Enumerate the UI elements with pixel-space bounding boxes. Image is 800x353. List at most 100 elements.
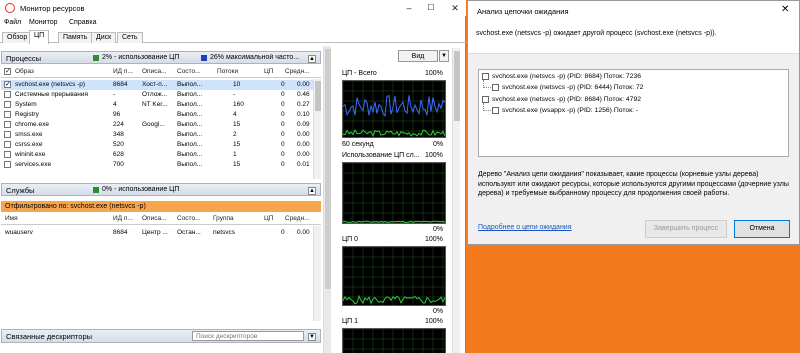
max-frequency-legend-swatch [201, 55, 207, 61]
menu-monitor[interactable]: Монитор [29, 19, 58, 26]
col-description[interactable]: Описа... [142, 68, 167, 75]
tree-node-checkbox[interactable] [492, 84, 499, 91]
col-avg-cpu[interactable]: Средн... [285, 68, 310, 75]
col-threads[interactable]: Потоки [217, 68, 238, 75]
process-pid: 520 [113, 141, 124, 148]
process-row[interactable]: Registry 96 Выпол... 4 0 0.10 [1, 110, 313, 120]
title-bar: Монитор ресурсов – ☐ ✕ [0, 0, 466, 16]
cpu1-label: ЦП 1 [342, 318, 359, 325]
tree-node[interactable]: svchost.exe (netsvcs -p) (PID: 6444) Пот… [492, 83, 782, 93]
process-checkbox[interactable] [4, 111, 11, 118]
tree-node-checkbox[interactable] [482, 96, 489, 103]
tree-connector [483, 110, 491, 111]
cpu-usage-legend-swatch [93, 55, 99, 61]
processes-column-header: Образ ИД п... Описа... Состо... Потоки Ц… [1, 66, 321, 78]
process-row[interactable]: smss.exe 348 Выпол... 2 0 0.00 [1, 130, 313, 140]
process-checkbox[interactable] [4, 121, 11, 128]
wait-chain-description: Дерево "Анализ цепи ожидания" показывает… [478, 171, 789, 197]
svc-col-name[interactable]: Имя [5, 215, 18, 222]
process-checkbox[interactable] [4, 151, 11, 158]
service-row[interactable]: wuauserv 8684 Центр ... Остан... netsvcs… [1, 228, 313, 238]
process-threads: 15 [233, 161, 241, 168]
processes-scrollbar[interactable] [313, 79, 321, 179]
service-cpu: 0 [281, 229, 285, 236]
tab-overview[interactable]: Обзор [2, 32, 33, 43]
tab-cpu[interactable]: ЦП [29, 30, 50, 44]
service-state: Остан... [177, 229, 201, 236]
process-checkbox[interactable] [4, 141, 11, 148]
col-cpu[interactable]: ЦП [264, 68, 273, 75]
svc-col-avg-cpu[interactable]: Средн... [285, 215, 310, 222]
cpu1-chart [343, 329, 445, 353]
tree-node[interactable]: svchost.exe (wsappx -p) (PID: 1256) Пото… [492, 106, 782, 116]
end-process-button[interactable]: Завершить процесс [645, 220, 727, 238]
tree-node[interactable]: svchost.exe (netsvcs -p) (PID: 8684) Пот… [482, 95, 782, 105]
process-checkbox[interactable] [4, 131, 11, 138]
cpu-total-graph [342, 80, 446, 138]
svc-col-group[interactable]: Группа [213, 215, 234, 222]
dialog-close-icon[interactable]: ✕ [781, 4, 789, 15]
col-image[interactable]: Образ [15, 68, 34, 75]
view-button[interactable]: Вид [398, 50, 438, 62]
col-pid[interactable]: ИД п... [113, 68, 133, 75]
graphs-scrollbar-thumb[interactable] [454, 51, 460, 121]
process-cpu: 0 [281, 141, 285, 148]
process-row[interactable]: wininit.exe 628 Выпол... 1 0 0.00 [1, 150, 313, 160]
maximize-button[interactable]: ☐ [422, 0, 440, 16]
max-frequency-line [343, 95, 445, 118]
process-checkbox[interactable] [4, 101, 11, 108]
handles-panel-header[interactable]: Связанные дескрипторы Поиск дескрипторов… [1, 329, 321, 343]
select-all-checkbox[interactable] [4, 67, 11, 75]
svc-col-cpu[interactable]: ЦП [264, 215, 273, 222]
handles-search-input[interactable]: Поиск дескрипторов [192, 331, 304, 341]
svc-col-description[interactable]: Описа... [142, 215, 167, 222]
process-state: Выпол... [177, 131, 203, 138]
process-threads: 15 [233, 141, 241, 148]
tree-node-checkbox[interactable] [482, 73, 489, 80]
cancel-button[interactable]: Отмена [734, 220, 790, 238]
services-scrollbar[interactable] [313, 226, 321, 321]
process-cpu: 0 [281, 111, 285, 118]
process-row[interactable]: System 4 NT Ker... Выпол... 160 0 0.27 [1, 100, 313, 110]
cpu0-usage-line [343, 294, 445, 305]
tab-memory[interactable]: Память [58, 32, 93, 43]
close-button[interactable]: ✕ [446, 0, 464, 16]
menu-file[interactable]: Файл [4, 19, 21, 26]
tree-node[interactable]: svchost.exe (netsvcs -p) (PID: 8684) Пот… [482, 72, 782, 82]
services-filter-bar: Отфильтровано по: svchost.exe (netsvcs -… [1, 201, 321, 212]
process-checkbox[interactable] [4, 80, 11, 88]
menu-help[interactable]: Справка [69, 19, 96, 26]
col-state[interactable]: Состо... [177, 68, 201, 75]
tab-network[interactable]: Сеть [117, 32, 143, 43]
process-row[interactable]: svchost.exe (netsvcs -p) 8684 Хост-п... Вып… [1, 80, 313, 90]
minimize-button[interactable]: – [400, 0, 418, 16]
cpu0-chart [343, 247, 445, 305]
services-panel-header[interactable]: Службы 0% - использование ЦП ▲ [1, 183, 321, 196]
expand-handles-icon[interactable]: ▼ [308, 333, 316, 341]
services-cpu-legend-swatch [93, 187, 99, 193]
process-checkbox[interactable] [4, 91, 11, 98]
left-pane-scrollbar[interactable] [323, 46, 331, 353]
processes-panel-header[interactable]: Процессы 2% - использование ЦП 26% макси… [1, 51, 321, 64]
window-title: Монитор ресурсов [20, 4, 85, 13]
tree-node-checkbox[interactable] [492, 107, 499, 114]
svc-col-state[interactable]: Состо... [177, 215, 201, 222]
process-row[interactable]: csrss.exe 520 Выпол... 15 0 0.00 [1, 140, 313, 150]
wait-chain-help-link[interactable]: Подробнее о цепи ожидания [478, 224, 572, 231]
process-state: Выпол... [177, 141, 203, 148]
graphs-scrollbar[interactable] [452, 48, 460, 353]
collapse-processes-icon[interactable]: ▲ [308, 55, 316, 63]
process-row[interactable]: Системные прерывания - Отлож... Выпол... - 0 0… [1, 90, 313, 100]
collapse-services-icon[interactable]: ▲ [308, 187, 316, 195]
process-desc: Хост-п... [142, 81, 168, 88]
left-pane-scrollbar-thumb[interactable] [325, 49, 331, 289]
view-dropdown-icon[interactable]: ▼ [439, 50, 449, 62]
process-row[interactable]: services.exe 700 Выпол... 15 0 0.01 [1, 160, 313, 170]
processes-scrollbar-thumb[interactable] [315, 81, 321, 111]
tab-disk[interactable]: Диск [91, 32, 117, 43]
process-checkbox[interactable] [4, 161, 11, 168]
process-row[interactable]: chrome.exe 224 Googl... Выпол... 15 0 0.09 [1, 120, 313, 130]
wait-chain-tree: svchost.exe (netsvcs -p) (PID: 8684) Пот… [478, 69, 789, 157]
dialog-title: Анализ цепочки ожидания [477, 7, 569, 16]
svc-col-pid[interactable]: ИД п... [113, 215, 133, 222]
